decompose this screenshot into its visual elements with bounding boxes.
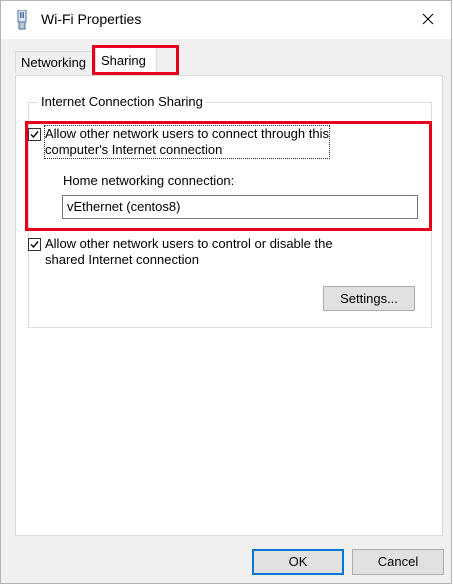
allow-control-label-line1: Allow other network users to control or …: [45, 236, 333, 251]
close-button[interactable]: [405, 1, 451, 39]
allow-connect-label-line1: Allow other network users to connect thr…: [45, 126, 329, 141]
checkmark-icon: [30, 241, 39, 249]
checkmark-icon: [30, 131, 39, 139]
allow-connect-label: Allow other network users to connect thr…: [44, 125, 330, 159]
allow-connect-label-line2: computer's Internet connection: [45, 142, 223, 157]
ok-button[interactable]: OK: [252, 549, 344, 575]
allow-control-option[interactable]: Allow other network users to control or …: [28, 236, 358, 268]
tab-strip: Networking Sharing: [11, 45, 441, 75]
allow-control-checkbox[interactable]: [28, 238, 41, 251]
allow-control-label: Allow other network users to control or …: [45, 236, 333, 268]
close-icon: [422, 13, 434, 28]
allow-control-label-line2: shared Internet connection: [45, 252, 199, 267]
allow-connect-option[interactable]: Allow other network users to connect thr…: [28, 125, 358, 159]
settings-button[interactable]: Settings...: [323, 286, 415, 311]
sharing-panel: Internet Connection Sharing Allow other …: [15, 75, 443, 536]
home-networking-select[interactable]: vEthernet (centos8): [62, 195, 418, 219]
group-title: Internet Connection Sharing: [38, 94, 206, 110]
wifi-properties-dialog: Wi-Fi Properties Networking Sharing Inte…: [0, 0, 452, 584]
window-title: Wi-Fi Properties: [41, 11, 142, 27]
cancel-button[interactable]: Cancel: [352, 549, 444, 575]
wifi-adapter-icon: [15, 9, 29, 30]
allow-connect-checkbox[interactable]: [28, 128, 41, 141]
tab-networking[interactable]: Networking: [15, 51, 95, 73]
home-networking-label: Home networking connection:: [63, 173, 235, 188]
tab-sharing[interactable]: Sharing: [95, 47, 157, 75]
title-bar: Wi-Fi Properties: [1, 1, 451, 39]
